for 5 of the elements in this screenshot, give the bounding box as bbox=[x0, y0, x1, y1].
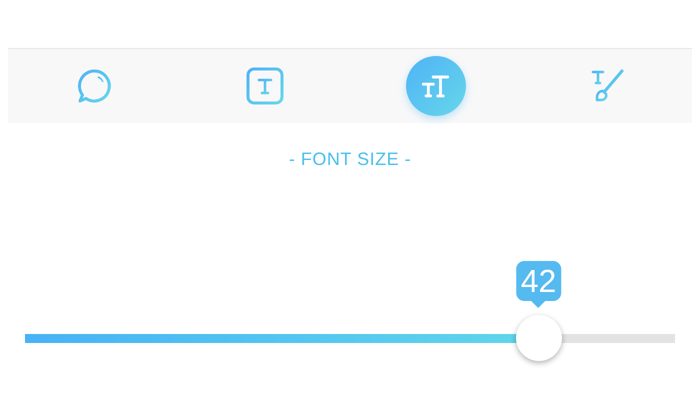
slider-thumb[interactable] bbox=[516, 315, 562, 361]
font-size-icon bbox=[406, 56, 466, 116]
section-title: - FONT SIZE - bbox=[288, 149, 412, 170]
value-tooltip: 42 bbox=[516, 260, 562, 308]
text-box-icon bbox=[244, 66, 284, 106]
